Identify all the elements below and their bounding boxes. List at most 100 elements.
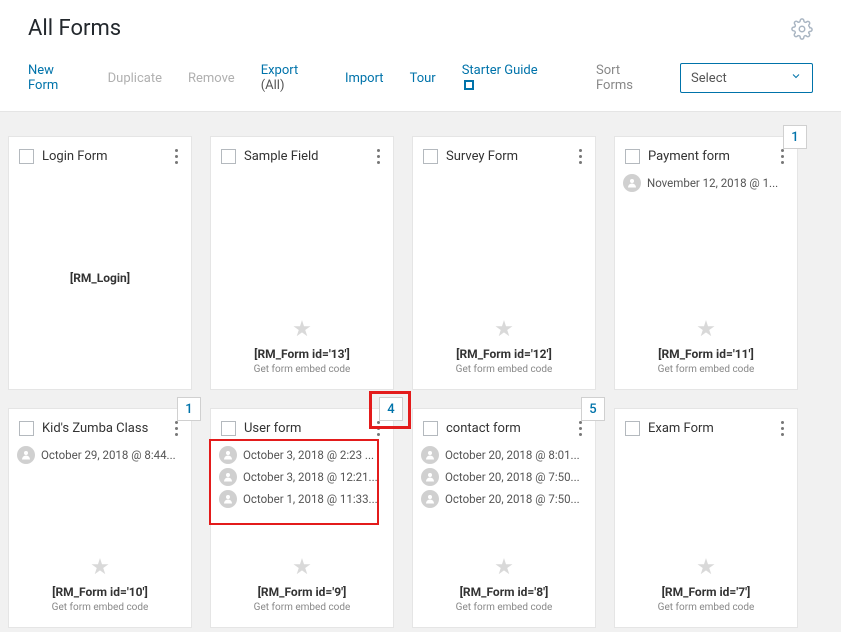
avatar-icon xyxy=(623,174,641,192)
settings-gear-icon[interactable] xyxy=(791,18,813,40)
entry-row[interactable]: October 3, 2018 @ 12:21... xyxy=(219,466,389,488)
new-form-link[interactable]: New Form xyxy=(28,63,82,93)
select-checkbox[interactable] xyxy=(625,149,640,164)
form-card[interactable]: 5contact formOctober 20, 2018 @ 8:01...O… xyxy=(412,408,596,628)
embed-code-link[interactable]: Get form embed code xyxy=(211,364,393,375)
avatar-icon xyxy=(219,468,237,486)
entry-time: October 20, 2018 @ 7:50... xyxy=(445,492,580,506)
starter-guide-label: Starter Guide xyxy=(462,63,538,78)
entry-time: October 1, 2018 @ 11:33... xyxy=(243,492,378,506)
embed-code-link[interactable]: Get form embed code xyxy=(211,602,393,613)
starter-guide-link[interactable]: Starter Guide xyxy=(462,63,544,93)
star-icon[interactable]: ★ xyxy=(615,319,797,341)
export-link[interactable]: Export (All) xyxy=(261,63,319,93)
select-checkbox[interactable] xyxy=(423,421,438,436)
form-shortcode: [RM_Form id='12'] xyxy=(413,347,595,361)
tour-link[interactable]: Tour xyxy=(410,71,436,86)
entry-row[interactable]: October 3, 2018 @ 2:23 ... xyxy=(219,444,389,466)
duplicate-link[interactable]: Duplicate xyxy=(108,71,162,86)
recent-entries: October 29, 2018 @ 8:44... xyxy=(9,438,191,466)
avatar-icon xyxy=(421,468,439,486)
form-title: Exam Form xyxy=(648,421,767,436)
star-icon[interactable]: ★ xyxy=(9,557,191,579)
sort-select[interactable]: Select xyxy=(680,63,813,93)
form-shortcode: [RM_Form id='10'] xyxy=(9,585,191,599)
form-title: User form xyxy=(244,421,363,436)
form-card[interactable]: Exam Form ★ [RM_Form id='7'] Get form embed… xyxy=(614,408,798,628)
shortcode-center: [RM_Login] xyxy=(70,271,130,285)
form-card[interactable]: 4User formOctober 3, 2018 @ 2:23 ...Octo… xyxy=(210,408,394,628)
select-checkbox[interactable] xyxy=(221,149,236,164)
form-title: Sample Field xyxy=(244,149,363,164)
card-menu-icon[interactable] xyxy=(775,419,789,438)
card-menu-icon[interactable] xyxy=(169,419,183,438)
export-suffix: (All) xyxy=(261,78,285,93)
card-menu-icon[interactable] xyxy=(371,147,385,166)
form-shortcode: [RM_Form id='7'] xyxy=(615,585,797,599)
form-shortcode: [RM_Form id='11'] xyxy=(615,347,797,361)
embed-code-link[interactable]: Get form embed code xyxy=(413,602,595,613)
submissions-badge[interactable]: 1 xyxy=(783,125,807,149)
select-checkbox[interactable] xyxy=(625,421,640,436)
form-shortcode: [RM_Form id='13'] xyxy=(211,347,393,361)
select-checkbox[interactable] xyxy=(423,149,438,164)
star-icon[interactable]: ★ xyxy=(413,557,595,579)
star-icon[interactable]: ★ xyxy=(615,557,797,579)
entry-row[interactable]: November 12, 2018 @ 1... xyxy=(623,172,793,194)
avatar-icon xyxy=(421,490,439,508)
form-title: Kid's Zumba Class xyxy=(42,421,161,436)
embed-code-link[interactable]: Get form embed code xyxy=(9,602,191,613)
entry-time: November 12, 2018 @ 1... xyxy=(647,176,778,190)
submissions-badge[interactable]: 4 xyxy=(379,397,403,421)
embed-code-link[interactable]: Get form embed code xyxy=(615,602,797,613)
entry-time: October 3, 2018 @ 2:23 ... xyxy=(243,448,374,462)
form-shortcode: [RM_Form id='9'] xyxy=(211,585,393,599)
entry-time: October 29, 2018 @ 8:44... xyxy=(41,448,176,462)
entry-time: October 3, 2018 @ 12:21... xyxy=(243,470,378,484)
submissions-badge[interactable]: 5 xyxy=(581,397,605,421)
embed-code-link[interactable]: Get form embed code xyxy=(413,364,595,375)
form-title: contact form xyxy=(446,421,565,436)
avatar-icon xyxy=(219,490,237,508)
recent-entries: October 20, 2018 @ 8:01... October 20, 20… xyxy=(413,438,595,510)
entry-time: October 20, 2018 @ 7:50... xyxy=(445,470,580,484)
form-card[interactable]: 1Payment formNovember 12, 2018 @ 1...★[R… xyxy=(614,136,798,390)
entry-time: October 20, 2018 @ 8:01... xyxy=(445,448,580,462)
entry-row[interactable]: October 20, 2018 @ 7:50... xyxy=(421,466,591,488)
recent-entries: October 3, 2018 @ 2:23 ... October 3, 201… xyxy=(211,438,393,510)
select-checkbox[interactable] xyxy=(19,421,34,436)
star-icon[interactable]: ★ xyxy=(211,319,393,341)
entry-row[interactable]: October 20, 2018 @ 7:50... xyxy=(421,488,591,510)
select-checkbox[interactable] xyxy=(19,149,34,164)
chevron-down-icon xyxy=(790,70,802,86)
export-label: Export xyxy=(261,63,299,78)
card-menu-icon[interactable] xyxy=(573,147,587,166)
import-link[interactable]: Import xyxy=(345,71,384,86)
remove-link[interactable]: Remove xyxy=(188,71,235,86)
submissions-badge[interactable]: 1 xyxy=(177,397,201,421)
avatar-icon xyxy=(421,446,439,464)
star-icon[interactable]: ★ xyxy=(211,557,393,579)
embed-code-link[interactable]: Get form embed code xyxy=(615,364,797,375)
form-card[interactable]: 1Kid's Zumba ClassOctober 29, 2018 @ 8:4… xyxy=(8,408,192,628)
page-title: All Forms xyxy=(28,16,121,41)
card-menu-icon[interactable] xyxy=(169,147,183,166)
card-menu-icon[interactable] xyxy=(371,419,385,438)
select-checkbox[interactable] xyxy=(221,421,236,436)
sort-select-value: Select xyxy=(691,71,727,86)
form-title: Payment form xyxy=(648,149,767,164)
card-menu-icon[interactable] xyxy=(573,419,587,438)
entry-row[interactable]: October 20, 2018 @ 8:01... xyxy=(421,444,591,466)
recent-entries: November 12, 2018 @ 1... xyxy=(615,166,797,194)
form-card[interactable]: Login Form [RM_Login] xyxy=(8,136,192,390)
star-icon[interactable]: ★ xyxy=(413,319,595,341)
toolbar: New Form Duplicate Remove Export (All) I… xyxy=(0,49,841,112)
card-menu-icon[interactable] xyxy=(775,147,789,166)
avatar-icon xyxy=(17,446,35,464)
entry-row[interactable]: October 1, 2018 @ 11:33... xyxy=(219,488,389,510)
entry-row[interactable]: October 29, 2018 @ 8:44... xyxy=(17,444,187,466)
avatar-icon xyxy=(219,446,237,464)
form-title: Login Form xyxy=(42,149,161,164)
form-card[interactable]: Sample Field ★ [RM_Form id='13'] Get form e… xyxy=(210,136,394,390)
form-card[interactable]: Survey Form★[RM_Form id='12']Get form em… xyxy=(412,136,596,390)
